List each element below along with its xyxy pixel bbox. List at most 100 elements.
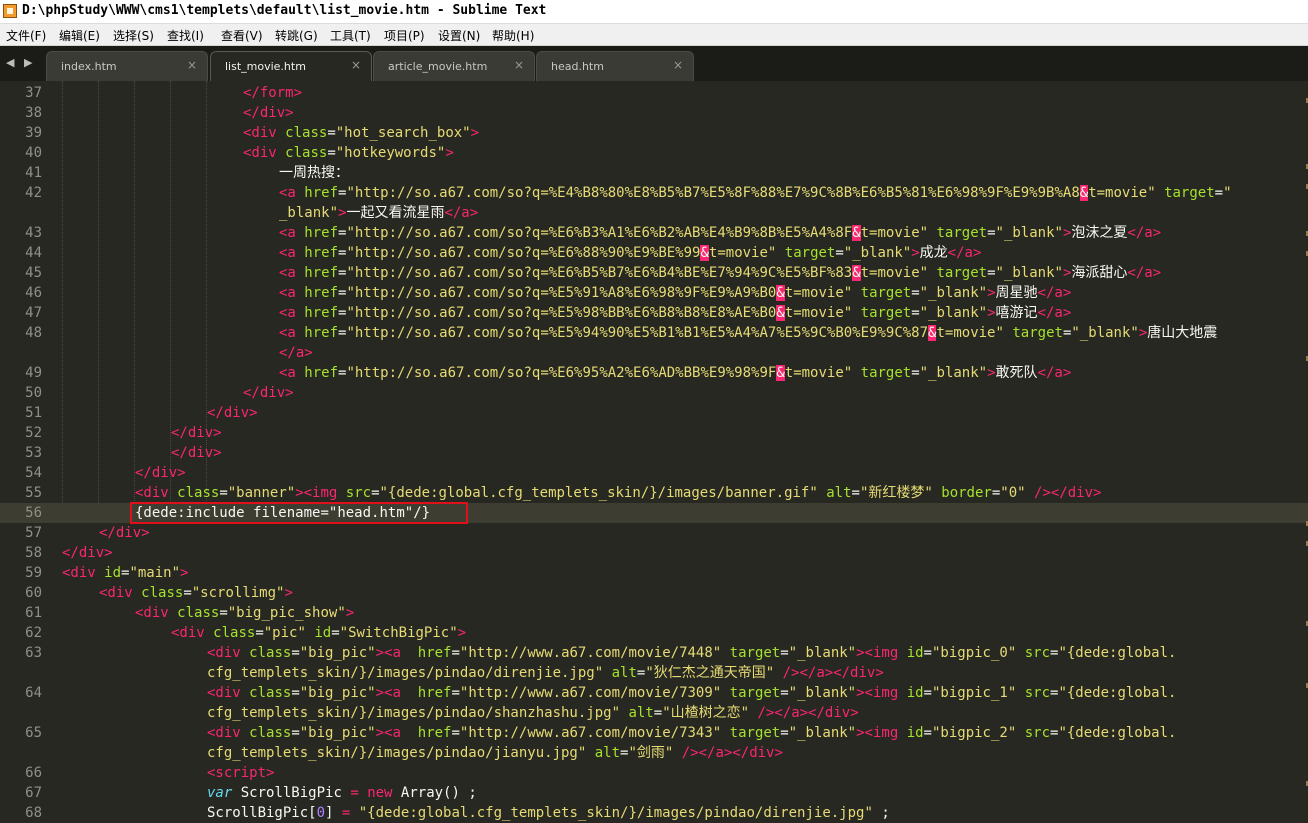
- code-line[interactable]: <a href = "http://so.a67.com/so?q=%E6%88%9…: [279, 243, 981, 263]
- line-number: 39: [25, 125, 42, 141]
- menu-item-1[interactable]: 编辑(E): [59, 27, 100, 44]
- tab-1[interactable]: list_movie.htm ×: [210, 51, 372, 81]
- code-token: target: [936, 265, 988, 281]
- code-token: </a>: [947, 245, 982, 261]
- menu-item-4[interactable]: 查看(V): [221, 27, 263, 44]
- code-token: =: [923, 645, 932, 661]
- code-line[interactable]: cfg_templets_skin/}/images/pindao/shanzh…: [207, 703, 859, 723]
- code-token: =: [911, 305, 920, 321]
- code-line[interactable]: _blank">一起又看流星雨</a>: [279, 203, 478, 223]
- menu-item-9[interactable]: 帮助(H): [492, 27, 534, 44]
- code-line[interactable]: </div>: [171, 443, 222, 463]
- code-line[interactable]: var ScrollBigPic = new Array() ;: [207, 783, 477, 803]
- tab-3[interactable]: head.htm ×: [536, 51, 694, 81]
- code-token: target: [729, 725, 781, 741]
- code-line[interactable]: ScrollBigPic[0] = "{dede:global.cfg_temp…: [207, 803, 890, 823]
- indent-guide: [134, 81, 135, 503]
- code-token: ScrollBigPic: [232, 785, 351, 801]
- menu-item-0[interactable]: 文件(F): [6, 27, 46, 44]
- line-number: 62: [25, 625, 42, 641]
- code-token: src: [345, 485, 372, 501]
- line-number: 45: [25, 265, 42, 281]
- code-line[interactable]: <div class="pic" id="SwitchBigPic">: [171, 623, 466, 643]
- code-token: t=movie": [784, 365, 853, 381]
- code-line[interactable]: </div>: [243, 103, 294, 123]
- code-token: </div>: [207, 405, 258, 421]
- code-line[interactable]: <div class="big_pic"><a href="http://www…: [207, 643, 1176, 663]
- code-line[interactable]: </div>: [207, 403, 258, 423]
- code-token: >: [284, 585, 293, 601]
- close-icon[interactable]: ×: [514, 58, 524, 72]
- menu-item-8[interactable]: 设置(N): [438, 27, 480, 44]
- menu-item-3[interactable]: 查找(I): [167, 27, 204, 44]
- code-line[interactable]: <a href = "http://so.a67.com/so?q=%E6%B3%A…: [279, 223, 1161, 243]
- minimap-marker: [1302, 781, 1308, 786]
- code-token: "http://so.a67.com/so?q=%E5%91%A8%E6%98%…: [346, 285, 777, 301]
- code-token: =: [219, 485, 228, 501]
- code-line[interactable]: </div>: [62, 543, 113, 563]
- code-line[interactable]: <div class="banner"><img src="{dede:glob…: [135, 483, 1101, 503]
- code-token: =: [780, 685, 789, 701]
- code-token: class: [249, 725, 292, 741]
- code-line[interactable]: <div id="main">: [62, 563, 188, 583]
- code-line[interactable]: </div>: [171, 423, 222, 443]
- tab-nav-arrows-icon[interactable]: ◀ ▶: [6, 56, 35, 69]
- code-token: &: [776, 365, 785, 381]
- indent-guide: [98, 81, 99, 503]
- code-line[interactable]: <a href="http://so.a67.com/so?q=%E5%94%9…: [279, 323, 1217, 343]
- code-line[interactable]: </div>: [135, 463, 186, 483]
- close-icon[interactable]: ×: [187, 58, 197, 72]
- code-token: "bigpic_2": [931, 725, 1017, 741]
- code-token: "_blank": [788, 685, 857, 701]
- code-token: "big_pic": [299, 725, 376, 741]
- tab-0[interactable]: index.htm ×: [46, 51, 208, 81]
- tab-2[interactable]: article_movie.htm ×: [373, 51, 535, 81]
- code-line[interactable]: <div class="big_pic_show">: [135, 603, 354, 623]
- close-icon[interactable]: ×: [673, 58, 683, 72]
- code-line[interactable]: 一周热搜：: [279, 163, 349, 183]
- code-line[interactable]: <div class="scrollimg">: [99, 583, 293, 603]
- code-token: >: [911, 245, 920, 261]
- code-line[interactable]: </form>: [243, 83, 302, 103]
- code-line[interactable]: <a href = "http://so.a67.com/so?q=%E6%B5%B…: [279, 263, 1161, 283]
- code-token: 成龙: [919, 245, 948, 261]
- line-number: 59: [25, 565, 42, 581]
- code-line[interactable]: cfg_templets_skin/}/images/pindao/jianyu…: [207, 743, 783, 763]
- code-line[interactable]: <a href = "http://so.a67.com/so?q=%E5%91%A…: [279, 283, 1071, 303]
- code-line[interactable]: cfg_templets_skin/}/images/pindao/direnj…: [207, 663, 884, 683]
- code-token: 嘻游记: [995, 305, 1038, 321]
- code-line[interactable]: <a href = "http://so.a67.com/so?q=%E6%95%A…: [279, 363, 1071, 383]
- code-line[interactable]: </div>: [99, 523, 150, 543]
- code-line[interactable]: <a href = "http://so.a67.com/so?q=%E5%98%B…: [279, 303, 1071, 323]
- code-line[interactable]: <script>: [207, 763, 274, 783]
- code-token: "_blank": [995, 225, 1063, 241]
- code-line[interactable]: <div class="big_pic"><a href="http://www…: [207, 723, 1176, 743]
- code-line[interactable]: <div class="hotkeywords">: [243, 143, 454, 163]
- code-line[interactable]: </div>: [243, 383, 294, 403]
- code-token: class: [177, 485, 220, 501]
- code-token: &: [700, 245, 709, 261]
- code-token: =: [653, 705, 663, 721]
- menu-item-6[interactable]: 工具(T): [330, 27, 371, 44]
- code-token: <div: [62, 565, 105, 581]
- line-number: 48: [25, 325, 42, 341]
- menu-item-5[interactable]: 转跳(G): [275, 27, 318, 44]
- sublime-text-icon: [3, 4, 17, 18]
- code-editor[interactable]: 37 </form> 38 </div> 39 <div class="hot_searc…: [0, 81, 1308, 822]
- code-token: &: [852, 265, 861, 281]
- code-line[interactable]: <a href = "http://so.a67.com/so?q=%E4%B8%8…: [279, 183, 1232, 203]
- code-token: "{dede:global.: [1058, 725, 1177, 741]
- code-token: 敢死队: [995, 365, 1038, 381]
- menu-item-7[interactable]: 项目(P): [384, 27, 425, 44]
- menu-item-2[interactable]: 选择(S): [113, 27, 154, 44]
- code-line[interactable]: </a>: [279, 343, 313, 363]
- code-line[interactable]: <div class="hot_search_box">: [243, 123, 479, 143]
- code-token: <div: [135, 605, 178, 621]
- code-line[interactable]: <div class="big_pic"><a href="http://www…: [207, 683, 1176, 703]
- close-icon[interactable]: ×: [351, 58, 361, 72]
